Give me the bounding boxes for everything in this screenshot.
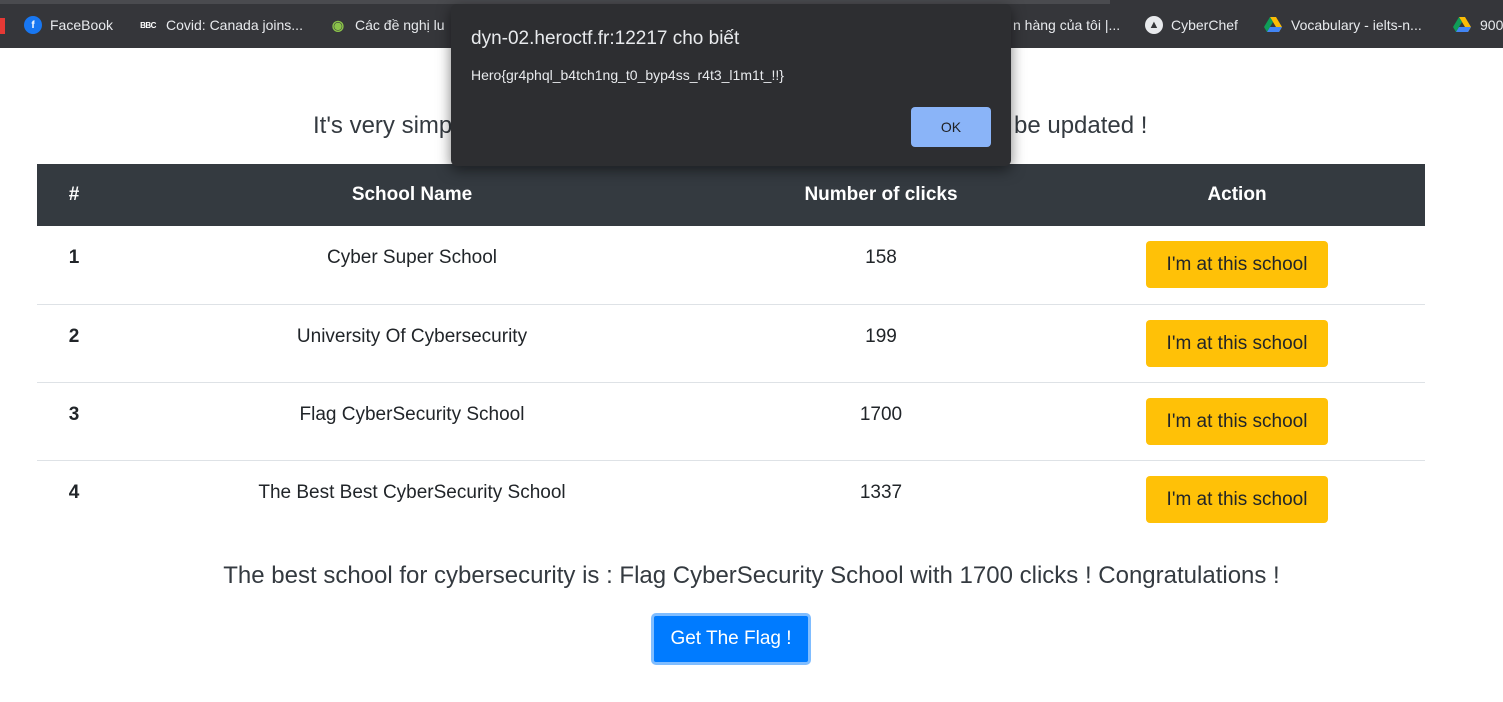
bookmark-label: FaceBook [50,17,114,33]
vote-school-button[interactable]: I'm at this school [1146,475,1328,523]
bookmark-cyberchef[interactable]: ▲ CyberChef [1145,14,1238,36]
vote-school-button[interactable]: I'm at this school [1146,397,1328,445]
bookmark-red-icon[interactable] [0,18,5,34]
bookmark-label: n hàng của tôi |... [1013,17,1121,33]
subtitle-right: be updated ! [1014,112,1148,139]
click-count: 1700 [859,403,903,425]
header-clicks: Number of clicks [804,184,958,205]
owl-icon: ◉ [329,16,347,34]
drive-icon [1263,16,1283,34]
bookmark-label: Vocabulary - ielts-n... [1291,17,1422,33]
click-count: 199 [865,325,897,347]
header-number: # [68,184,80,205]
header-school-name: School Name [351,184,473,205]
row-number: 4 [68,481,80,503]
row-number: 2 [68,325,80,347]
school-name: Flag CyberSecurity School [299,403,525,425]
bookmark-label: Covid: Canada joins... [166,17,303,33]
click-count: 1337 [859,481,903,503]
bookmark-vocabulary[interactable]: Vocabulary - ielts-n... [1263,14,1422,36]
bookmark-orders[interactable]: n hàng của tôi |... [1013,14,1120,36]
row-number: 1 [68,247,80,268]
bookmark-900[interactable]: 900 [1452,14,1503,36]
dialog-ok-button[interactable]: OK [911,107,991,147]
table-row: 3 Flag CyberSecurity School 1700 I'm at … [37,382,1425,460]
row-number: 3 [68,403,80,425]
table-row: 1 Cyber Super School 158 I'm at this sch… [37,226,1425,304]
click-count: 158 [865,247,897,268]
bookmark-label: Các đề nghị lu [355,17,445,33]
table-row: 4 The Best Best CyberSecurity School 133… [37,460,1425,538]
school-name: University Of Cybersecurity [296,325,528,347]
drive-icon [1452,16,1472,34]
bbc-icon: BBC [138,16,158,34]
dialog-title: dyn-02.heroctf.fr:12217 cho biết [471,28,740,49]
header-action: Action [1207,184,1267,205]
alert-dialog: dyn-02.heroctf.fr:12217 cho biết Hero{gr… [451,4,1011,166]
chef-icon: ▲ [1145,16,1163,34]
facebook-icon: f [24,16,42,34]
bookmark-label: CyberChef [1171,17,1238,33]
bookmark-facebook[interactable]: f FaceBook [24,14,113,36]
schools-table: # School Name Number of clicks Action 1 … [37,164,1425,538]
table-header-row: # School Name Number of clicks Action [37,164,1425,226]
best-school-message: The best school for cybersecurity is : F… [223,562,1280,589]
get-flag-button[interactable]: Get The Flag ! [651,613,811,665]
school-name: Cyber Super School [326,247,498,268]
subtitle-left: It's very simpl [313,112,458,139]
dialog-message: Hero{gr4phql_b4tch1ng_t0_byp4ss_r4t3_l1m… [471,67,784,83]
table-row: 2 University Of Cybersecurity 199 I'm at… [37,304,1425,382]
school-name: The Best Best CyberSecurity School [258,481,566,503]
vote-school-button[interactable]: I'm at this school [1146,319,1328,367]
bookmark-label: 900 [1480,17,1503,33]
bookmark-owl[interactable]: ◉ Các đề nghị lu [329,14,445,36]
vote-school-button[interactable]: I'm at this school [1146,241,1328,288]
bookmark-bbc[interactable]: BBC Covid: Canada joins... [138,14,303,36]
